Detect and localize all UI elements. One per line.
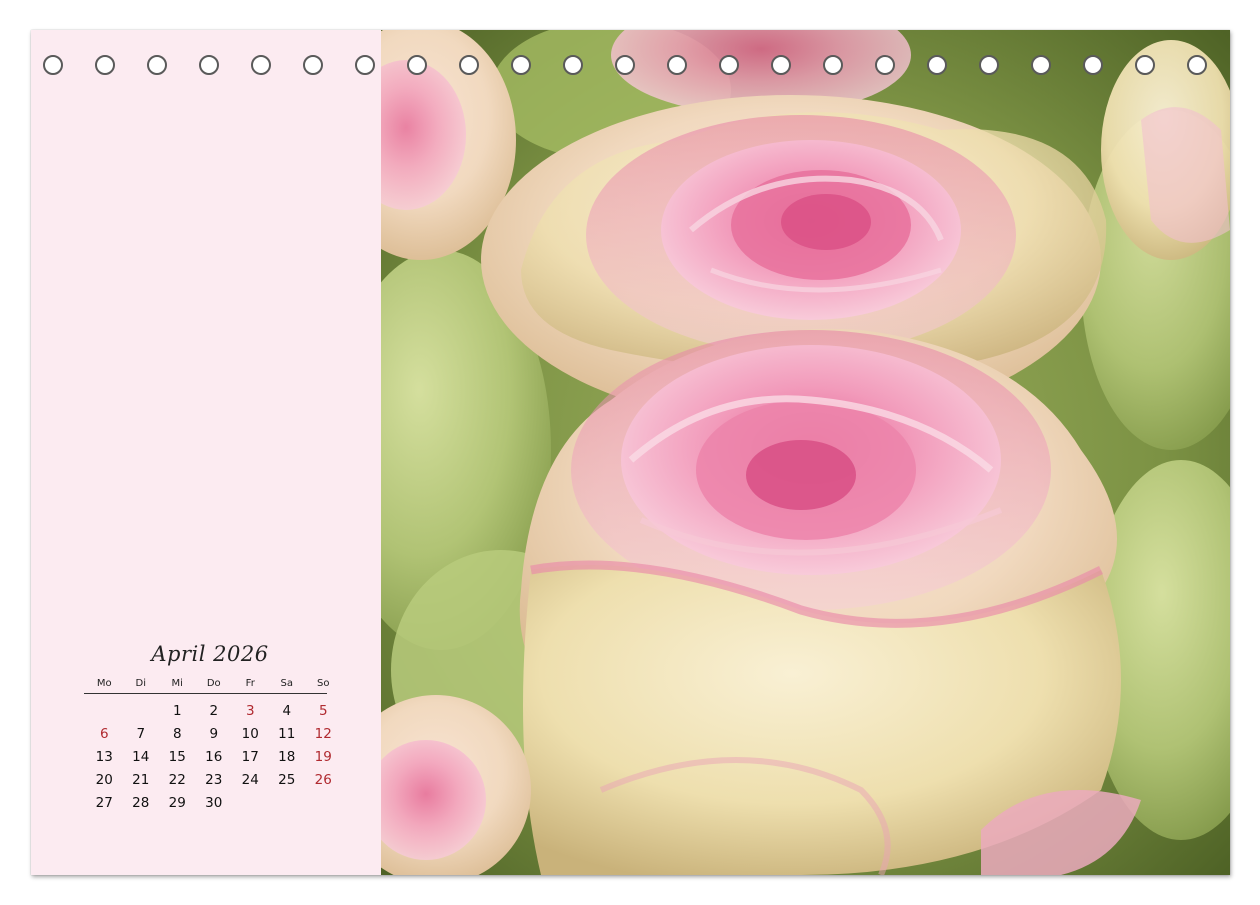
calendar-day: 4 <box>282 703 292 719</box>
calendar-day: 9 <box>209 726 219 742</box>
calendar-day: 5 <box>318 703 328 719</box>
month-calendar: April 2026 Mo Di Mi Do Fr Sa So 1 2 3 4 5 6 7 8 9 10 11 1… <box>84 642 332 815</box>
calendar-day: 27 <box>95 795 113 811</box>
month-title: April 2026 <box>151 642 269 666</box>
calendar-day: 28 <box>132 795 150 811</box>
weekday-header: Do <box>206 678 221 689</box>
weekday-header-row: Mo Di Mi Do Fr Sa So <box>84 678 329 694</box>
calendar-day: 30 <box>205 795 223 811</box>
calendar-page: April 2026 Mo Di Mi Do Fr Sa So 1 2 3 4 5 6 7 8 9 10 11 1… <box>31 30 1230 875</box>
calendar-weeks: 1 2 3 4 5 6 7 8 9 10 11 12 13 14 15 16 17 18 19 20 21 22 23 24 2… <box>84 700 332 815</box>
calendar-day: 19 <box>314 749 332 765</box>
calendar-day: 23 <box>205 772 223 788</box>
calendar-day: 3 <box>245 703 255 719</box>
calendar-day: 22 <box>168 772 186 788</box>
calendar-week-row: 6 7 8 9 10 11 12 <box>84 723 332 746</box>
calendar-day: 29 <box>168 795 186 811</box>
weekday-header: Di <box>135 678 146 689</box>
calendar-day: 15 <box>168 749 186 765</box>
weekday-header: Fr <box>245 678 255 689</box>
calendar-empty-cell <box>86 700 123 723</box>
calendar-empty-cell <box>269 792 306 815</box>
calendar-day: 8 <box>172 726 182 742</box>
weekday-header: Mo <box>96 678 112 689</box>
calendar-day: 7 <box>136 726 146 742</box>
calendar-day: 24 <box>241 772 259 788</box>
calendar-day: 25 <box>278 772 296 788</box>
calendar-week-row: 27 28 29 30 <box>84 792 330 815</box>
calendar-week-row: 13 14 15 16 17 18 19 <box>84 746 332 769</box>
calendar-day: 1 <box>172 703 182 719</box>
calendar-day: 14 <box>132 749 150 765</box>
calendar-empty-cell <box>305 792 342 815</box>
calendar-week-row: 1 2 3 4 5 <box>84 700 330 723</box>
calendar-day: 11 <box>278 726 296 742</box>
calendar-day: 18 <box>278 749 296 765</box>
calendar-day: 10 <box>241 726 259 742</box>
calendar-day: 6 <box>99 726 109 742</box>
roses-photo <box>381 30 1230 875</box>
calendar-week-row: 20 21 22 23 24 25 26 <box>84 769 332 792</box>
calendar-day: 26 <box>314 772 332 788</box>
calendar-day: 21 <box>132 772 150 788</box>
calendar-day: 17 <box>241 749 259 765</box>
calendar-empty-cell <box>123 700 160 723</box>
weekday-header: So <box>317 678 330 689</box>
calendar-day: 12 <box>314 726 332 742</box>
calendar-day: 13 <box>95 749 113 765</box>
calendar-day: 2 <box>209 703 219 719</box>
weekday-header: Sa <box>280 678 293 689</box>
side-panel: April 2026 Mo Di Mi Do Fr Sa So 1 2 3 4 5 6 7 8 9 10 11 1… <box>31 30 381 875</box>
weekday-header: Mi <box>171 678 183 689</box>
calendar-day: 16 <box>205 749 223 765</box>
calendar-empty-cell <box>232 792 269 815</box>
calendar-day: 20 <box>95 772 113 788</box>
